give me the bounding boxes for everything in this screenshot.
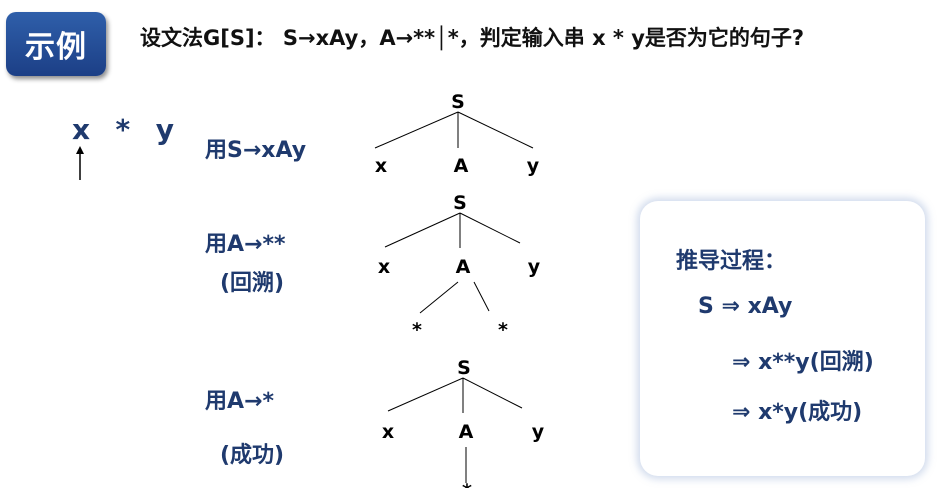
derivation-line-3: ⇒ x*y(成功) — [732, 400, 863, 425]
tree-2-child-a: A — [456, 256, 471, 278]
derivation-line-1: S ⇒ xAy — [698, 294, 793, 319]
tree-2-a-child-2: * — [498, 319, 508, 341]
tree-3-child-x: x — [382, 421, 394, 443]
tree-2-a-child-1: * — [412, 319, 422, 341]
tree-1-child-a: A — [454, 155, 469, 177]
derivation-panel: 推导过程： S ⇒ xAy ⇒ x**y(回溯) ⇒ x*y(成功) — [640, 201, 925, 476]
derivation-line-2: ⇒ x**y(回溯) — [732, 350, 874, 375]
tree-3-child-a: A — [459, 421, 474, 443]
tree-2-child-x: x — [378, 256, 390, 278]
tree-1-root: S — [451, 91, 465, 113]
tree-3-a-child-1: * — [462, 480, 472, 488]
tree-3-root: S — [457, 357, 471, 379]
derivation-heading: 推导过程： — [676, 249, 787, 274]
tree-2-child-y: y — [528, 256, 541, 278]
tree-1-child-x: x — [375, 155, 387, 177]
tree-3-child-y: y — [532, 421, 545, 443]
parse-tree-2: S x A y * * — [378, 192, 541, 341]
tree-1-child-y: y — [527, 155, 540, 177]
parse-tree-3: S x A y * — [382, 357, 545, 488]
tree-2-root: S — [453, 192, 467, 214]
parse-tree-1: S x A y — [374, 91, 540, 177]
